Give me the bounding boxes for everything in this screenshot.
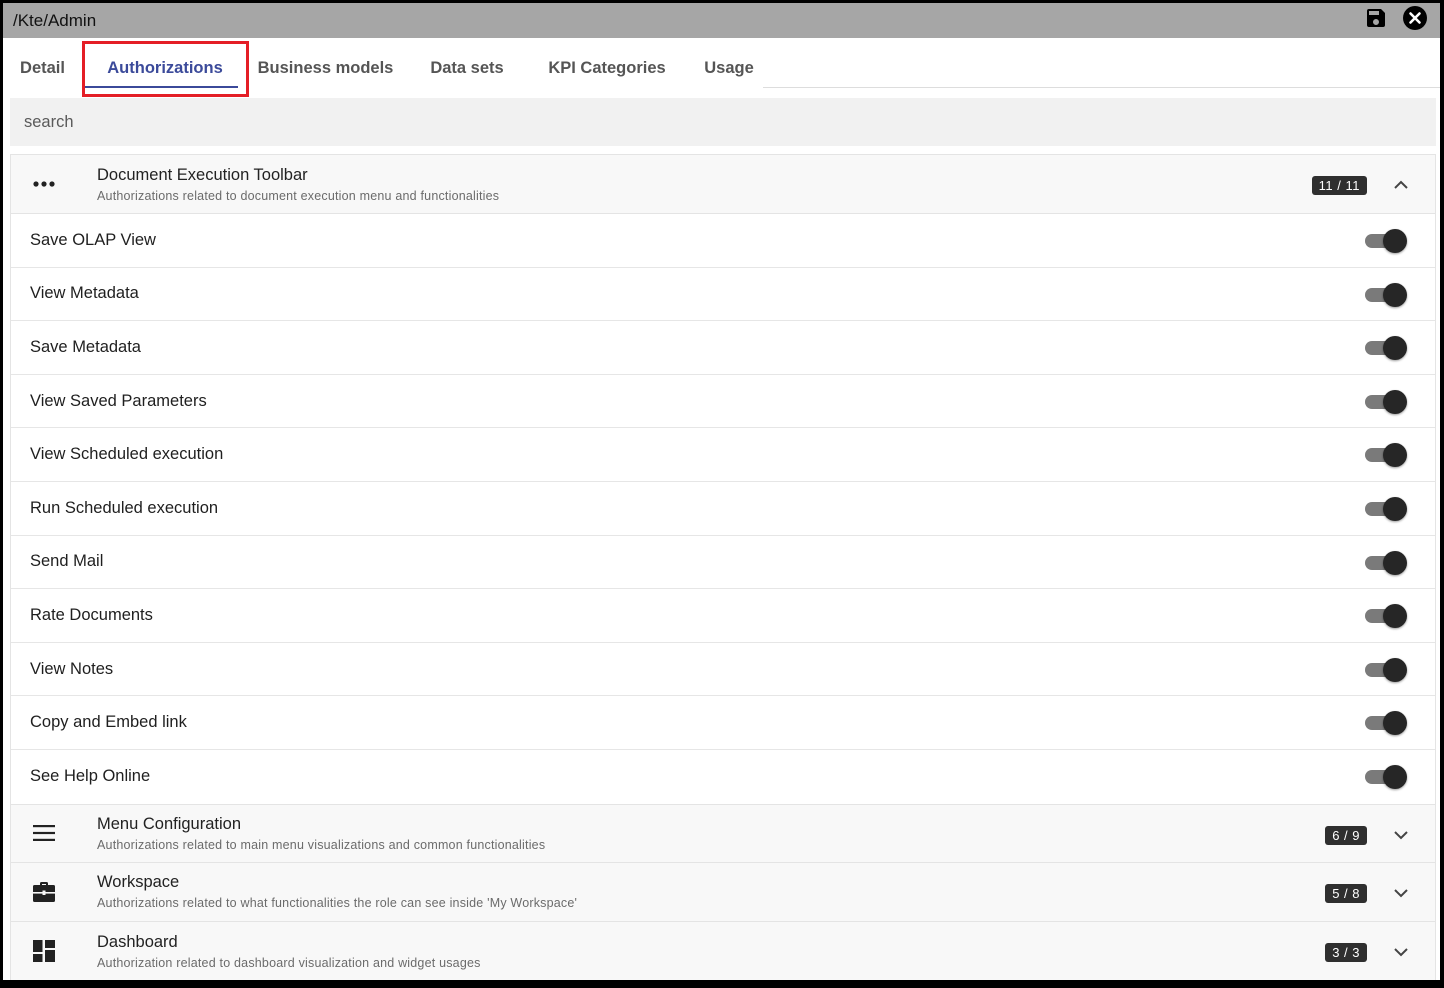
authorization-toggle[interactable] (1365, 336, 1407, 361)
group-title: Workspace (97, 873, 180, 892)
authorization-row: Save OLAP View (11, 214, 1435, 268)
title-bar: /Kte/Admin (3, 3, 1440, 38)
authorization-row: Copy and Embed link (11, 696, 1435, 750)
group-title: Document Execution Toolbar (97, 165, 308, 184)
authorization-row: View Metadata (11, 267, 1435, 322)
save-icon[interactable] (1364, 6, 1388, 30)
close-icon[interactable] (1402, 5, 1428, 31)
authorization-toggle[interactable] (1365, 282, 1407, 307)
authorization-label: Copy and Embed link (30, 713, 187, 732)
authorization-label: View Saved Parameters (30, 391, 207, 410)
tab-kpi-categories[interactable]: KPI Categories (531, 38, 683, 98)
more-horizontal-icon (11, 181, 97, 187)
count-badge: 3 / 3 (1325, 942, 1367, 962)
group-workspace[interactable]: Workspace Authorizations related to what… (11, 862, 1435, 922)
authorization-row: View Scheduled execution (11, 428, 1435, 482)
authorization-label: Send Mail (30, 552, 104, 571)
tab-divider (763, 87, 1440, 88)
chevron-down-icon[interactable] (1393, 827, 1409, 848)
group-title: Menu Configuration (97, 814, 242, 833)
authorization-toggle[interactable] (1365, 229, 1407, 253)
authorization-label: View Notes (30, 659, 114, 678)
authorization-toggle[interactable] (1365, 657, 1407, 682)
tab-detail[interactable]: Detail (3, 38, 82, 98)
dashboard-icon (11, 940, 97, 963)
authorization-label: Save OLAP View (30, 230, 156, 249)
chevron-down-icon[interactable] (1393, 944, 1409, 965)
tab-business-models[interactable]: Business models (248, 38, 403, 98)
count-badge: 6 / 9 (1325, 825, 1367, 845)
authorization-label: Rate Documents (30, 605, 153, 624)
authorization-row: See Help Online (11, 749, 1435, 804)
authorization-row: View Saved Parameters (11, 374, 1435, 429)
authorization-label: Run Scheduled execution (30, 498, 219, 517)
tab-data-sets[interactable]: Data sets (403, 38, 531, 98)
search-input[interactable] (24, 112, 1436, 132)
authorization-toggle[interactable] (1365, 604, 1407, 629)
authorization-row: Run Scheduled execution (11, 481, 1435, 536)
count-badge: 5 / 8 (1325, 883, 1367, 903)
tab-authorizations[interactable]: Authorizations (82, 38, 248, 98)
group-description: Authorizations related to document execu… (97, 188, 500, 203)
chevron-up-icon[interactable] (1393, 177, 1409, 198)
authorization-toggle[interactable] (1365, 389, 1407, 414)
authorization-row: View Notes (11, 642, 1435, 697)
authorization-toggle[interactable] (1365, 496, 1407, 521)
group-description: Authorizations related to main menu visu… (97, 837, 546, 852)
authorization-row: Rate Documents (11, 589, 1435, 643)
search-bar (10, 98, 1436, 146)
group-description: Authorizations related to what functiona… (97, 896, 578, 911)
group-title: Dashboard (97, 932, 178, 951)
group-description: Authorization related to dashboard visua… (97, 955, 481, 970)
authorization-row: Save Metadata (11, 321, 1435, 375)
group-document-execution-toolbar[interactable]: Document Execution Toolbar Authorization… (11, 155, 1435, 214)
chevron-down-icon[interactable] (1393, 885, 1409, 906)
group-menu-configuration[interactable]: Menu Configuration Authorizations relate… (11, 803, 1435, 863)
admin-window: /Kte/Admin Detail Authorizations Busines… (3, 3, 1440, 980)
authorization-toggle[interactable] (1365, 764, 1407, 789)
window-title: /Kte/Admin (13, 10, 97, 30)
authorizations-panel: Document Execution Toolbar Authorization… (10, 154, 1436, 980)
authorization-label: Save Metadata (30, 337, 141, 356)
authorization-label: See Help Online (30, 767, 151, 786)
menu-icon (11, 825, 97, 842)
group-dashboard[interactable]: Dashboard Authorization related to dashb… (11, 921, 1435, 980)
count-badge: 11 / 11 (1311, 176, 1367, 195)
tab-bar: Detail Authorizations Business models Da… (3, 38, 1440, 98)
authorization-row: Send Mail (11, 535, 1435, 590)
authorization-toggle[interactable] (1365, 443, 1407, 468)
briefcase-icon (11, 881, 97, 903)
authorization-label: View Metadata (30, 284, 139, 303)
group-items-list: Save OLAP View View Metadata Save Metada… (11, 214, 1435, 804)
authorization-label: View Scheduled execution (30, 445, 224, 464)
tab-usage[interactable]: Usage (683, 38, 775, 98)
authorization-toggle[interactable] (1365, 550, 1407, 575)
authorization-toggle[interactable] (1365, 711, 1407, 736)
